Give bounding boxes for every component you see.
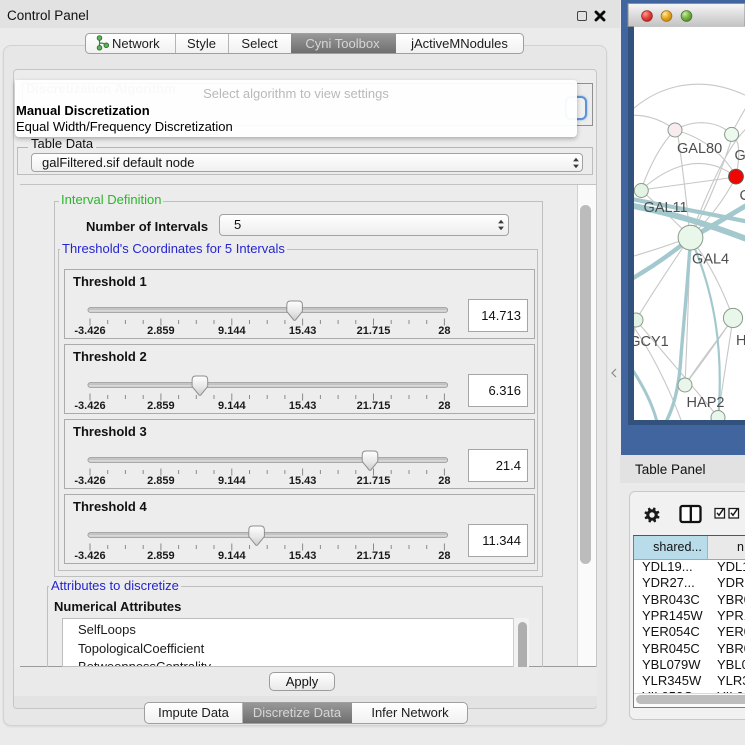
svg-text:GCY1: GCY1 bbox=[629, 334, 669, 350]
svg-text:GAL...: GAL... bbox=[735, 148, 745, 164]
svg-text:GAL11: GAL11 bbox=[644, 200, 688, 216]
svg-text:HAP2: HAP2 bbox=[687, 395, 725, 411]
svg-text:GAL80: GAL80 bbox=[677, 141, 722, 157]
svg-text:HA: HA bbox=[736, 333, 745, 349]
svg-text:C...: C... bbox=[740, 188, 745, 204]
svg-text:GAL4: GAL4 bbox=[692, 252, 729, 268]
